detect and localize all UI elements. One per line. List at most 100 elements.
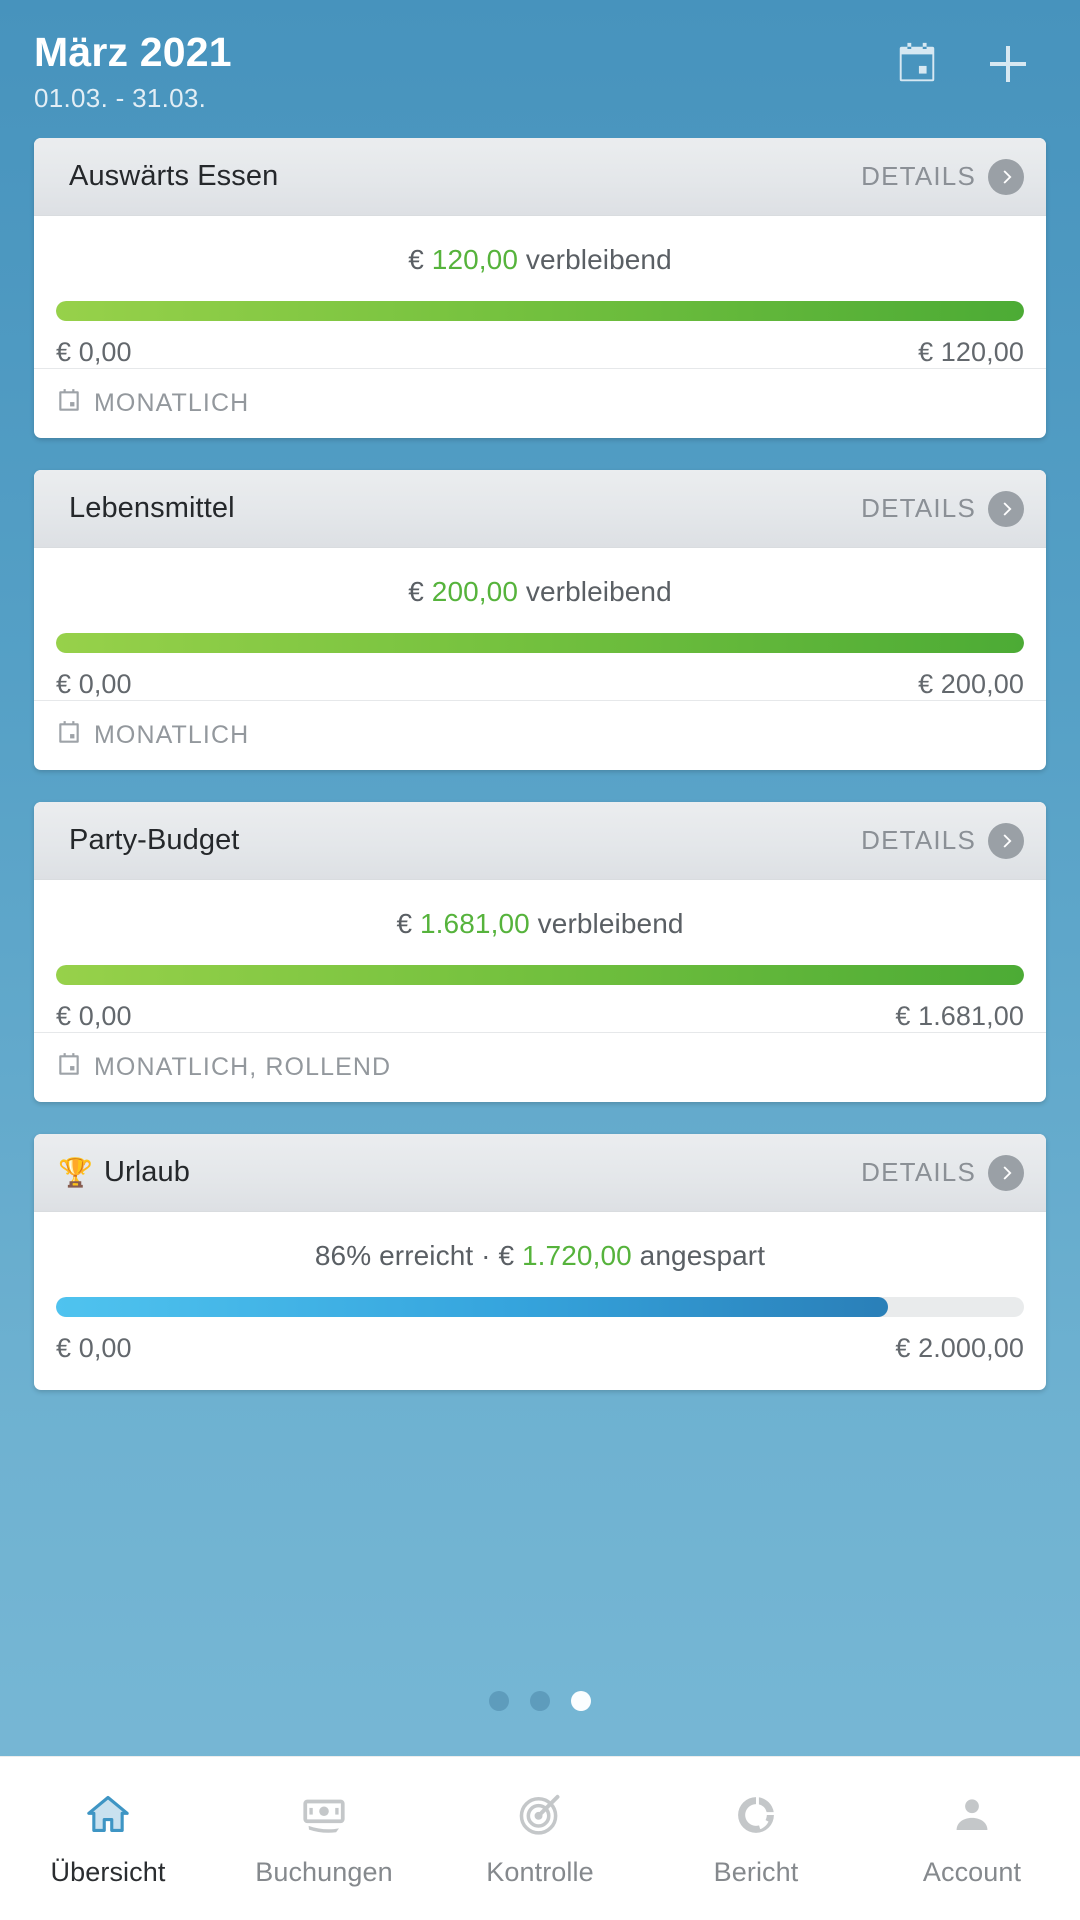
details-label: DETAILS [861, 825, 976, 855]
plus-icon[interactable] [984, 40, 1032, 93]
person-icon [947, 1789, 997, 1841]
chevron-right-icon [988, 158, 1024, 195]
details-button[interactable]: DETAILS [861, 158, 1024, 195]
budget-card[interactable]: Lebensmittel DETAILS € 200,00 verbleiben… [34, 470, 1046, 770]
summary-suffix: angespart [631, 1240, 766, 1271]
card-footer: MONATLICH, ROLLEND [34, 1032, 1046, 1102]
progress-bar-track [56, 1297, 1024, 1317]
range-max-label: € 1.681,00 [895, 1001, 1024, 1031]
summary-prefix: € [408, 576, 432, 607]
calendar-icon[interactable] [894, 41, 940, 92]
target-icon [515, 1789, 565, 1841]
progress-bar-fill [56, 1297, 889, 1317]
card-summary: € 200,00 verbleibend [56, 574, 1024, 610]
page-dot[interactable] [489, 1691, 509, 1711]
card-title: 🏆 Urlaub [58, 1156, 190, 1189]
details-label: DETAILS [861, 161, 976, 191]
page-dot[interactable] [530, 1691, 550, 1711]
card-header: Party-Budget DETAILS [34, 802, 1046, 880]
nav-item-buchungen[interactable]: Buchungen [216, 1789, 432, 1888]
range-row: € 0,00 € 120,00 [56, 321, 1024, 368]
banknote-icon [299, 1789, 349, 1841]
chevron-right-icon [988, 822, 1024, 859]
summary-suffix: verbleibend [529, 908, 684, 939]
progress-bar-fill [56, 633, 1024, 653]
chevron-right-icon [988, 490, 1024, 527]
card-summary: € 1.681,00 verbleibend [56, 906, 1024, 942]
range-row: € 0,00 € 1.681,00 [56, 985, 1024, 1032]
calendar-small-icon [56, 720, 82, 751]
card-title: Party-Budget [58, 824, 239, 857]
bottom-navigation: Übersicht Buchungen Kontrolle Bericht Ac… [0, 1756, 1080, 1920]
nav-item-kontrolle[interactable]: Kontrolle [432, 1789, 648, 1888]
card-title: Auswärts Essen [58, 160, 278, 193]
summary-prefix: 86% erreicht · € [314, 1240, 522, 1271]
recurrence-label: MONATLICH [94, 389, 250, 417]
summary-amount: 1.681,00 [420, 908, 530, 939]
card-summary: € 120,00 verbleibend [56, 242, 1024, 278]
details-button[interactable]: DETAILS [861, 1154, 1024, 1191]
card-header: 🏆 Urlaub DETAILS [34, 1134, 1046, 1212]
card-title-label: Lebensmittel [69, 492, 235, 524]
calendar-small-icon [56, 388, 82, 419]
page-title: März 2021 [34, 29, 232, 75]
details-label: DETAILS [861, 1157, 976, 1187]
card-title-label: Party-Budget [69, 824, 240, 856]
nav-label: Buchungen [255, 1857, 393, 1887]
summary-suffix: verbleibend [518, 576, 672, 607]
app-header: März 2021 01.03. - 31.03. [0, 0, 1080, 138]
budget-card-list: Auswärts Essen DETAILS € 120,00 verbleib… [0, 138, 1080, 1646]
progress-bar-fill [56, 301, 1024, 321]
range-min-label: € 0,00 [56, 337, 132, 367]
card-footer: MONATLICH [34, 700, 1046, 770]
header-title-block: März 2021 01.03. - 31.03. [34, 26, 232, 118]
summary-amount: 1.720,00 [522, 1240, 632, 1271]
range-max-label: € 120,00 [918, 337, 1024, 367]
app-screen: März 2021 01.03. - 31.03. Auswärts Essen… [0, 0, 1080, 1920]
budget-card[interactable]: Auswärts Essen DETAILS € 120,00 verbleib… [34, 138, 1046, 438]
card-title-label: Urlaub [103, 1156, 190, 1188]
page-dot-active[interactable] [571, 1691, 591, 1711]
card-title-label: Auswärts Essen [69, 160, 279, 192]
chevron-right-icon [988, 1154, 1024, 1191]
details-label: DETAILS [861, 493, 976, 523]
range-min-label: € 0,00 [56, 1333, 132, 1363]
recurrence-label: MONATLICH, ROLLEND [94, 1053, 392, 1081]
calendar-small-icon [56, 1052, 82, 1083]
nav-label: Account [922, 1857, 1022, 1887]
nav-label: Bericht [713, 1857, 799, 1887]
details-button[interactable]: DETAILS [861, 822, 1024, 859]
card-header: Lebensmittel DETAILS [34, 470, 1046, 548]
details-button[interactable]: DETAILS [861, 490, 1024, 527]
nav-label: Kontrolle [486, 1857, 594, 1887]
recurrence-label: MONATLICH [94, 721, 250, 749]
budget-card[interactable]: Party-Budget DETAILS € 1.681,00 verbleib… [34, 802, 1046, 1102]
pagination-dots [0, 1646, 1080, 1756]
card-title: Lebensmittel [58, 492, 235, 525]
range-max-label: € 2.000,00 [895, 1333, 1024, 1363]
range-row: € 0,00 € 200,00 [56, 653, 1024, 700]
progress-bar-track [56, 301, 1024, 321]
range-row: € 0,00 € 2.000,00 [56, 1317, 1024, 1364]
card-body: 86% erreicht · € 1.720,00 angespart € 0,… [34, 1212, 1046, 1390]
nav-label: Übersicht [50, 1857, 166, 1887]
card-body: € 120,00 verbleibend € 0,00 € 120,00 [34, 216, 1046, 368]
progress-bar-fill [56, 965, 1024, 985]
summary-amount: 200,00 [431, 576, 519, 607]
card-summary: 86% erreicht · € 1.720,00 angespart [56, 1238, 1024, 1274]
range-max-label: € 200,00 [918, 669, 1024, 699]
home-icon [83, 1789, 133, 1841]
nav-item-account[interactable]: Account [864, 1789, 1080, 1888]
summary-prefix: € [408, 244, 432, 275]
nav-item-uebersicht[interactable]: Übersicht [0, 1789, 216, 1888]
donut-chart-icon [731, 1789, 781, 1841]
progress-bar-track [56, 965, 1024, 985]
range-min-label: € 0,00 [56, 1001, 132, 1031]
card-body: € 200,00 verbleibend € 0,00 € 200,00 [34, 548, 1046, 700]
progress-bar-track [56, 633, 1024, 653]
budget-card[interactable]: 🏆 Urlaub DETAILS 86% erreicht · € 1.720,… [34, 1134, 1046, 1390]
card-header: Auswärts Essen DETAILS [34, 138, 1046, 216]
card-body: € 1.681,00 verbleibend € 0,00 € 1.681,00 [34, 880, 1046, 1032]
card-footer: MONATLICH [34, 368, 1046, 438]
nav-item-bericht[interactable]: Bericht [648, 1789, 864, 1888]
